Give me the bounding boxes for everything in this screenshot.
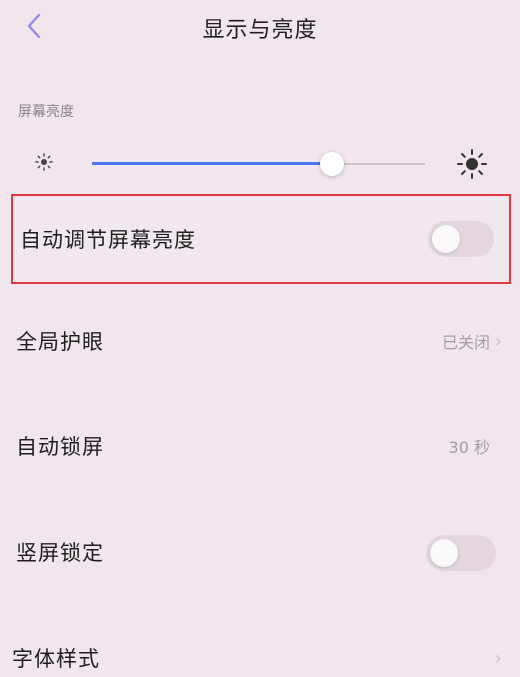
portrait-lock-label: 竖屏锁定 [16,541,104,565]
back-button[interactable] [22,12,46,40]
sun-large-icon [457,149,487,179]
chevron-right-icon: › [494,330,502,352]
toggle-knob [432,225,460,253]
portrait-lock-toggle[interactable] [426,535,496,571]
font-style-label: 字体样式 [12,647,100,671]
eye-protection-row[interactable]: 全局护眼 已关闭 › [0,311,520,371]
portrait-lock-row[interactable]: 竖屏锁定 [0,522,520,582]
auto-lock-row[interactable]: 自动锁屏 30 秒 [0,416,520,476]
brightness-control [0,140,520,190]
auto-brightness-row[interactable]: 自动调节屏幕亮度 [0,209,520,269]
brightness-section-label: 屏幕亮度 [18,104,74,120]
auto-brightness-label: 自动调节屏幕亮度 [20,228,196,252]
auto-lock-value: 30 秒 [448,438,490,457]
header-bar: 显示与亮度 [0,0,520,56]
auto-brightness-toggle[interactable] [428,221,494,257]
slider-fill [92,162,332,165]
chevron-right-icon: › [494,647,502,669]
auto-lock-label: 自动锁屏 [16,435,104,459]
chevron-left-icon [27,13,41,39]
brightness-slider[interactable] [92,152,425,176]
sun-small-icon [35,153,53,171]
toggle-knob [430,539,458,567]
eye-protection-value: 已关闭 [441,333,490,352]
font-style-row[interactable]: 字体样式 › [0,628,520,677]
page-title: 显示与亮度 [202,18,318,43]
slider-thumb[interactable] [320,152,344,176]
eye-protection-label: 全局护眼 [16,330,104,354]
